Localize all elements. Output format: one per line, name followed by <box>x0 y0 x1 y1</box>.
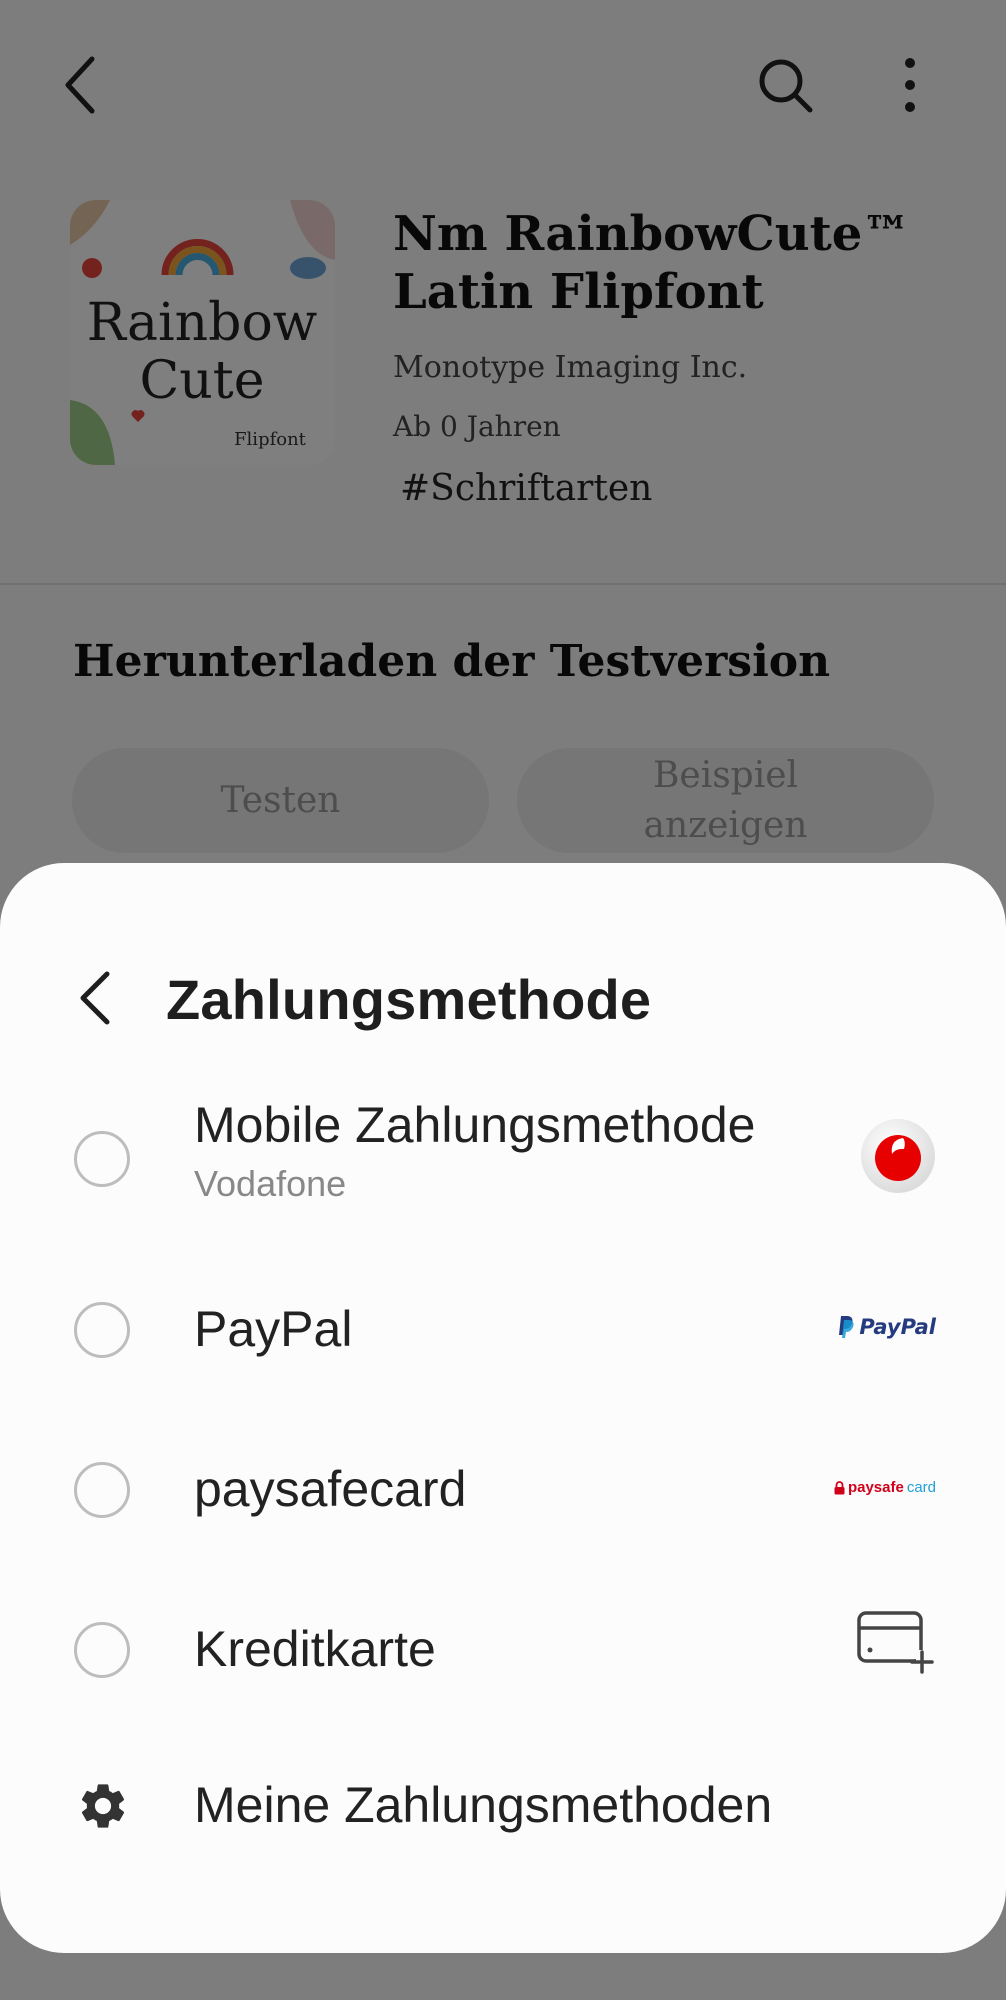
back-arrow-icon <box>80 971 110 1025</box>
paysafecard-logo: paysafe card <box>834 1479 936 1496</box>
sheet-header: Zahlungsmethode <box>0 943 1006 1053</box>
payment-option-mobile[interactable]: Mobile Zahlungsmethode Vodafone <box>0 1078 1006 1228</box>
vodafone-logo <box>860 1118 936 1194</box>
sheet-back-button[interactable] <box>62 953 128 1043</box>
option-label: Mobile Zahlungsmethode <box>194 1097 756 1153</box>
payment-option-paypal[interactable]: PayPal PayPal <box>0 1255 1006 1405</box>
paypal-logo-text: PayPal <box>859 1315 936 1339</box>
radio-button[interactable] <box>74 1302 130 1358</box>
paypal-mark-icon <box>839 1316 854 1338</box>
paysafecard-logo-text-2: card <box>906 1479 936 1496</box>
option-label: Kreditkarte <box>194 1621 436 1677</box>
paypal-logo: PayPal <box>837 1315 936 1339</box>
payment-option-credit-card[interactable]: Kreditkarte <box>0 1575 1006 1725</box>
radio-button[interactable] <box>74 1622 130 1678</box>
radio-button[interactable] <box>74 1462 130 1518</box>
option-label: paysafecard <box>194 1461 467 1517</box>
lock-icon <box>834 1480 845 1494</box>
payment-method-sheet: Zahlungsmethode Mobile Zahlungsmethode V… <box>0 863 1006 1953</box>
my-payment-methods-row[interactable]: Meine Zahlungsmethoden <box>0 1731 1006 1881</box>
gear-icon <box>76 1779 130 1833</box>
radio-button[interactable] <box>74 1131 130 1187</box>
option-label: PayPal <box>194 1301 353 1357</box>
add-credit-card-icon <box>856 1610 936 1676</box>
option-sublabel: Vodafone <box>194 1163 347 1204</box>
paysafecard-logo-text-1: paysafe <box>847 1479 904 1496</box>
payment-option-paysafecard[interactable]: paysafecard paysafe card <box>0 1415 1006 1565</box>
my-payment-methods-label: Meine Zahlungsmethoden <box>194 1777 773 1833</box>
sheet-title: Zahlungsmethode <box>166 968 652 1031</box>
